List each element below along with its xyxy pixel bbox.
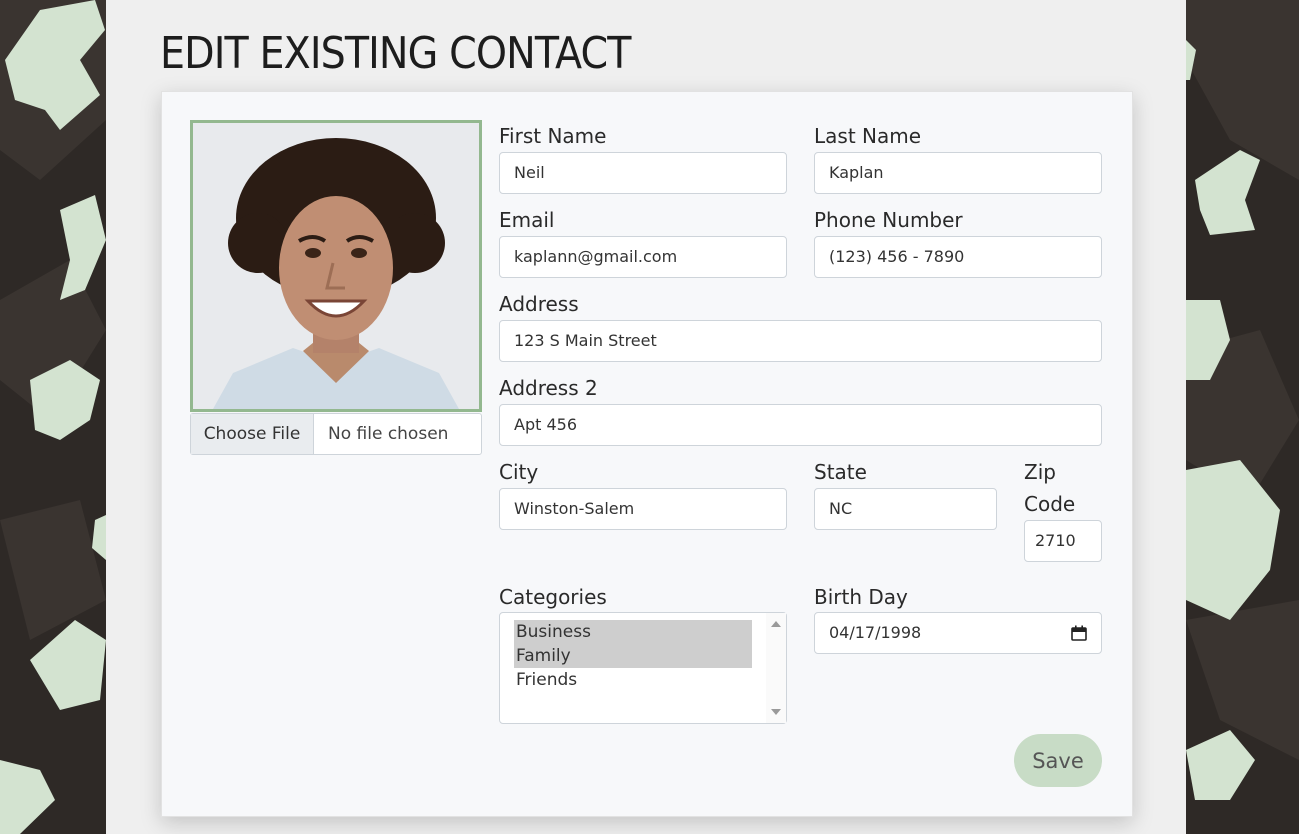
last-name-value: Kaplan [829,163,884,182]
first-name-label: First Name [499,124,607,148]
page-title: EDIT EXISTING CONTACT [160,28,632,79]
first-name-value: Neil [514,163,545,182]
address-label: Address [499,292,579,316]
scroll-down-icon[interactable] [771,709,781,715]
categories-label: Categories [499,585,607,609]
zip-label-line1: Zip [1024,460,1056,484]
last-name-label: Last Name [814,124,922,148]
state-label: State [814,460,867,484]
first-name-input[interactable]: Neil [499,152,787,194]
zip-value: 2710 [1035,531,1076,550]
category-option-family[interactable]: Family [514,644,752,668]
contact-photo [190,120,482,412]
city-input[interactable]: Winston-Salem [499,488,787,530]
birthday-label: Birth Day [814,585,908,609]
city-value: Winston-Salem [514,499,635,518]
category-option-friends[interactable]: Friends [514,668,752,692]
photo-file-input[interactable]: Choose File No file chosen [190,413,482,455]
calendar-icon[interactable] [1071,625,1087,641]
zip-label-line2: Code [1024,492,1076,516]
phone-input[interactable]: (123) 456 - 7890 [814,236,1102,278]
listbox-scrollbar[interactable] [766,613,786,723]
scroll-up-icon[interactable] [771,621,781,627]
choose-file-button[interactable]: Choose File [191,414,314,454]
address2-value: Apt 456 [514,415,577,434]
last-name-input[interactable]: Kaplan [814,152,1102,194]
address-value: 123 S Main Street [514,331,657,350]
email-value: kaplann@gmail.com [514,247,678,266]
state-value: NC [829,499,853,518]
city-label: City [499,460,539,484]
birthday-input[interactable]: 04/17/1998 [814,612,1102,654]
category-option-business[interactable]: Business [514,620,752,644]
email-input[interactable]: kaplann@gmail.com [499,236,787,278]
save-button[interactable]: Save [1014,734,1102,787]
address2-label: Address 2 [499,376,598,400]
address-input[interactable]: 123 S Main Street [499,320,1102,362]
categories-listbox[interactable]: Business Family Friends [499,612,787,724]
address2-input[interactable]: Apt 456 [499,404,1102,446]
birthday-value: 04/17/1998 [829,623,922,642]
file-status-text: No file chosen [328,424,449,444]
phone-value: (123) 456 - 7890 [829,247,965,266]
state-input[interactable]: NC [814,488,997,530]
zip-input[interactable]: 2710 [1024,520,1102,562]
phone-label: Phone Number [814,208,963,232]
email-label: Email [499,208,555,232]
contact-form-card: Choose File No file chosen First Name Ne… [161,91,1133,817]
contact-photo-illustration [193,123,479,409]
